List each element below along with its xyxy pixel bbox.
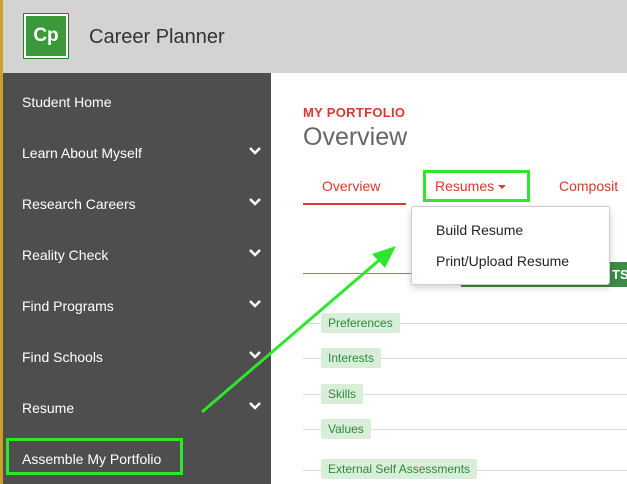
chip-skills[interactable]: Skills [321,384,364,404]
sidebar-item-label: Resume [22,399,75,416]
sidebar-item-label: Research Careers [22,195,136,212]
sidebar-item-label: Find Schools [22,348,103,365]
top-bar: Cp Career Planner [0,0,627,73]
menu-item-print-upload-resume[interactable]: Print/Upload Resume [436,253,569,269]
sidebar-item-find-schools[interactable]: Find Schools [3,331,271,382]
sidebar-nav: Student Home Learn About Myself Research… [0,73,271,484]
page-title: Overview [303,123,408,151]
highlight-box-resumes-tab [423,170,530,202]
sidebar-item-resume[interactable]: Resume [3,382,271,433]
chip-external-self-assessments[interactable]: External Self Assessments [321,459,478,479]
main-content: MY PORTFOLIO Overview Overview Resumes C… [271,73,627,484]
tab-overview[interactable]: Overview [322,178,380,194]
chevron-down-icon[interactable] [248,350,262,360]
chevron-down-icon[interactable] [248,299,262,309]
sidebar-item-learn-about-myself[interactable]: Learn About Myself [3,127,271,178]
menu-item-build-resume[interactable]: Build Resume [436,222,523,238]
app-logo[interactable]: Cp [24,14,68,58]
highlight-box-assemble-portfolio [6,438,183,475]
sidebar-item-label: Student Home [22,93,112,110]
sidebar-item-find-programs[interactable]: Find Programs [3,280,271,331]
tab-active-underline [303,203,406,205]
sidebar-item-research-careers[interactable]: Research Careers [3,178,271,229]
sidebar-item-reality-check[interactable]: Reality Check [3,229,271,280]
chevron-down-icon[interactable] [248,197,262,207]
resumes-dropdown-menu: Build Resume Print/Upload Resume [411,206,610,285]
chevron-down-icon[interactable] [248,146,262,156]
chevron-down-icon[interactable] [248,248,262,258]
sidebar-item-label: Reality Check [22,246,109,263]
sidebar-item-student-home[interactable]: Student Home [3,76,271,127]
chip-values[interactable]: Values [321,419,371,439]
chip-interests[interactable]: Interests [321,348,382,368]
section-label: MY PORTFOLIO [303,105,406,120]
sidebar-item-label: Find Programs [22,297,114,314]
sidebar-item-label: Learn About Myself [22,144,142,161]
chip-preferences[interactable]: Preferences [321,313,400,333]
app-title: Career Planner [89,26,225,48]
chevron-down-icon[interactable] [248,401,262,411]
tab-composit[interactable]: Composit [559,178,618,194]
